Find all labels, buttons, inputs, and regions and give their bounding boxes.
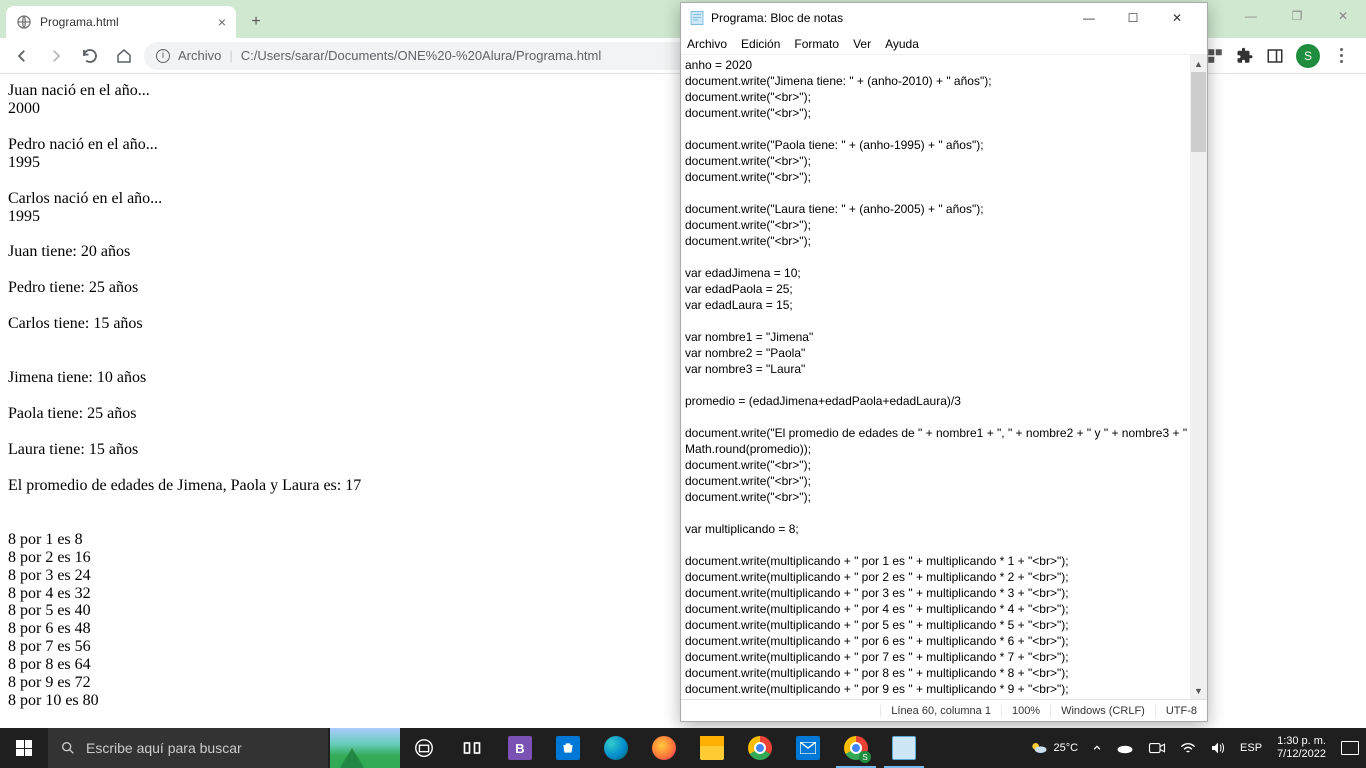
notepad-window[interactable]: Programa: Bloc de notas — ☐ ✕ Archivo Ed…	[680, 2, 1208, 722]
task-view-button[interactable]	[400, 728, 448, 768]
side-panel-icon[interactable]	[1266, 47, 1284, 65]
notepad-maximize-button[interactable]: ☐	[1111, 4, 1155, 32]
scroll-up-icon[interactable]: ▲	[1190, 55, 1207, 72]
search-icon	[60, 740, 76, 756]
chrome-window-controls: — ❐ ✕	[1228, 0, 1366, 32]
notepad-icon	[689, 10, 705, 26]
app-bootstrap[interactable]: B	[496, 728, 544, 768]
extensions-puzzle-icon[interactable]	[1236, 47, 1254, 65]
forward-button[interactable]	[42, 42, 70, 70]
addr-separator: |	[229, 48, 232, 63]
meet-now-icon[interactable]	[1141, 728, 1173, 768]
taskbar-search[interactable]: Escribe aquí para buscar	[48, 728, 328, 768]
language-indicator[interactable]: ESP	[1233, 728, 1269, 768]
menu-edit[interactable]: Edición	[741, 37, 780, 51]
status-position: Línea 60, columna 1	[880, 705, 1001, 717]
weather-icon	[1029, 738, 1049, 758]
reload-button[interactable]	[76, 42, 104, 70]
status-encoding: UTF-8	[1155, 705, 1207, 717]
close-tab-icon[interactable]: ×	[218, 14, 226, 30]
menu-format[interactable]: Formato	[794, 37, 839, 51]
cortana-button[interactable]	[448, 728, 496, 768]
app-mail[interactable]	[784, 728, 832, 768]
chrome-menu-button[interactable]	[1332, 47, 1350, 65]
back-button[interactable]	[8, 42, 36, 70]
notepad-text-area[interactable]: anho = 2020 document.write("Jimena tiene…	[681, 55, 1207, 699]
tray-date: 7/12/2022	[1277, 748, 1326, 761]
onedrive-icon[interactable]	[1109, 728, 1141, 768]
app-firefox[interactable]	[640, 728, 688, 768]
notepad-body: anho = 2020 document.write("Jimena tiene…	[681, 55, 1207, 699]
notepad-statusbar: Línea 60, columna 1 100% Windows (CRLF) …	[681, 699, 1207, 721]
browser-tab[interactable]: Programa.html ×	[6, 6, 236, 38]
site-info-icon[interactable]: i	[156, 49, 170, 63]
wifi-icon[interactable]	[1173, 728, 1203, 768]
system-tray: 25°C ESP 1:30 p. m. 7/12/2022	[1022, 728, 1366, 768]
scroll-thumb[interactable]	[1191, 72, 1206, 152]
addr-path: C:/Users/sarar/Documents/ONE%20-%20Alura…	[241, 48, 602, 63]
status-eol: Windows (CRLF)	[1050, 705, 1155, 717]
start-button[interactable]	[0, 728, 48, 768]
profile-avatar[interactable]: S	[1296, 44, 1320, 68]
tray-time: 1:30 p. m.	[1277, 735, 1326, 748]
notepad-titlebar[interactable]: Programa: Bloc de notas — ☐ ✕	[681, 3, 1207, 33]
app-edge[interactable]	[592, 728, 640, 768]
address-bar[interactable]: i Archivo | C:/Users/sarar/Documents/ONE…	[144, 42, 704, 70]
status-zoom: 100%	[1001, 705, 1050, 717]
home-button[interactable]	[110, 42, 138, 70]
globe-icon	[16, 14, 32, 30]
scroll-down-icon[interactable]: ▼	[1190, 682, 1207, 699]
search-placeholder: Escribe aquí para buscar	[86, 740, 242, 756]
maximize-button[interactable]: ❐	[1274, 0, 1320, 32]
notepad-minimize-button[interactable]: —	[1067, 4, 1111, 32]
tray-overflow[interactable]	[1085, 728, 1109, 768]
app-notepad-active[interactable]	[880, 728, 928, 768]
app-store[interactable]	[544, 728, 592, 768]
notepad-menu: Archivo Edición Formato Ver Ayuda	[681, 33, 1207, 55]
tab-title: Programa.html	[40, 15, 119, 29]
weather-temp: 25°C	[1053, 742, 1078, 754]
new-tab-button[interactable]: +	[242, 8, 270, 36]
app-chrome[interactable]	[736, 728, 784, 768]
windows-logo-icon	[16, 740, 32, 756]
toolbar-right: S	[1206, 44, 1358, 68]
clock[interactable]: 1:30 p. m. 7/12/2022	[1269, 735, 1334, 761]
addr-scheme: Archivo	[178, 48, 221, 63]
app-chrome-active[interactable]: S	[832, 728, 880, 768]
notifications-button[interactable]	[1334, 728, 1366, 768]
notepad-close-button[interactable]: ✕	[1155, 4, 1199, 32]
notification-icon	[1341, 741, 1359, 755]
volume-icon[interactable]	[1203, 728, 1233, 768]
weather-widget[interactable]: 25°C	[1022, 728, 1085, 768]
menu-file[interactable]: Archivo	[687, 37, 727, 51]
app-explorer[interactable]	[688, 728, 736, 768]
taskbar: Escribe aquí para buscar B S 25°C ESP 1:…	[0, 728, 1366, 768]
minimize-button[interactable]: —	[1228, 0, 1274, 32]
close-window-button[interactable]: ✕	[1320, 0, 1366, 32]
scenic-widget[interactable]	[330, 728, 400, 768]
taskbar-apps: B S	[400, 728, 928, 768]
notepad-title: Programa: Bloc de notas	[711, 11, 1067, 25]
extension-icon[interactable]	[1206, 47, 1224, 65]
menu-view[interactable]: Ver	[853, 37, 871, 51]
notepad-scrollbar[interactable]: ▲ ▼	[1190, 55, 1207, 699]
menu-help[interactable]: Ayuda	[885, 37, 919, 51]
